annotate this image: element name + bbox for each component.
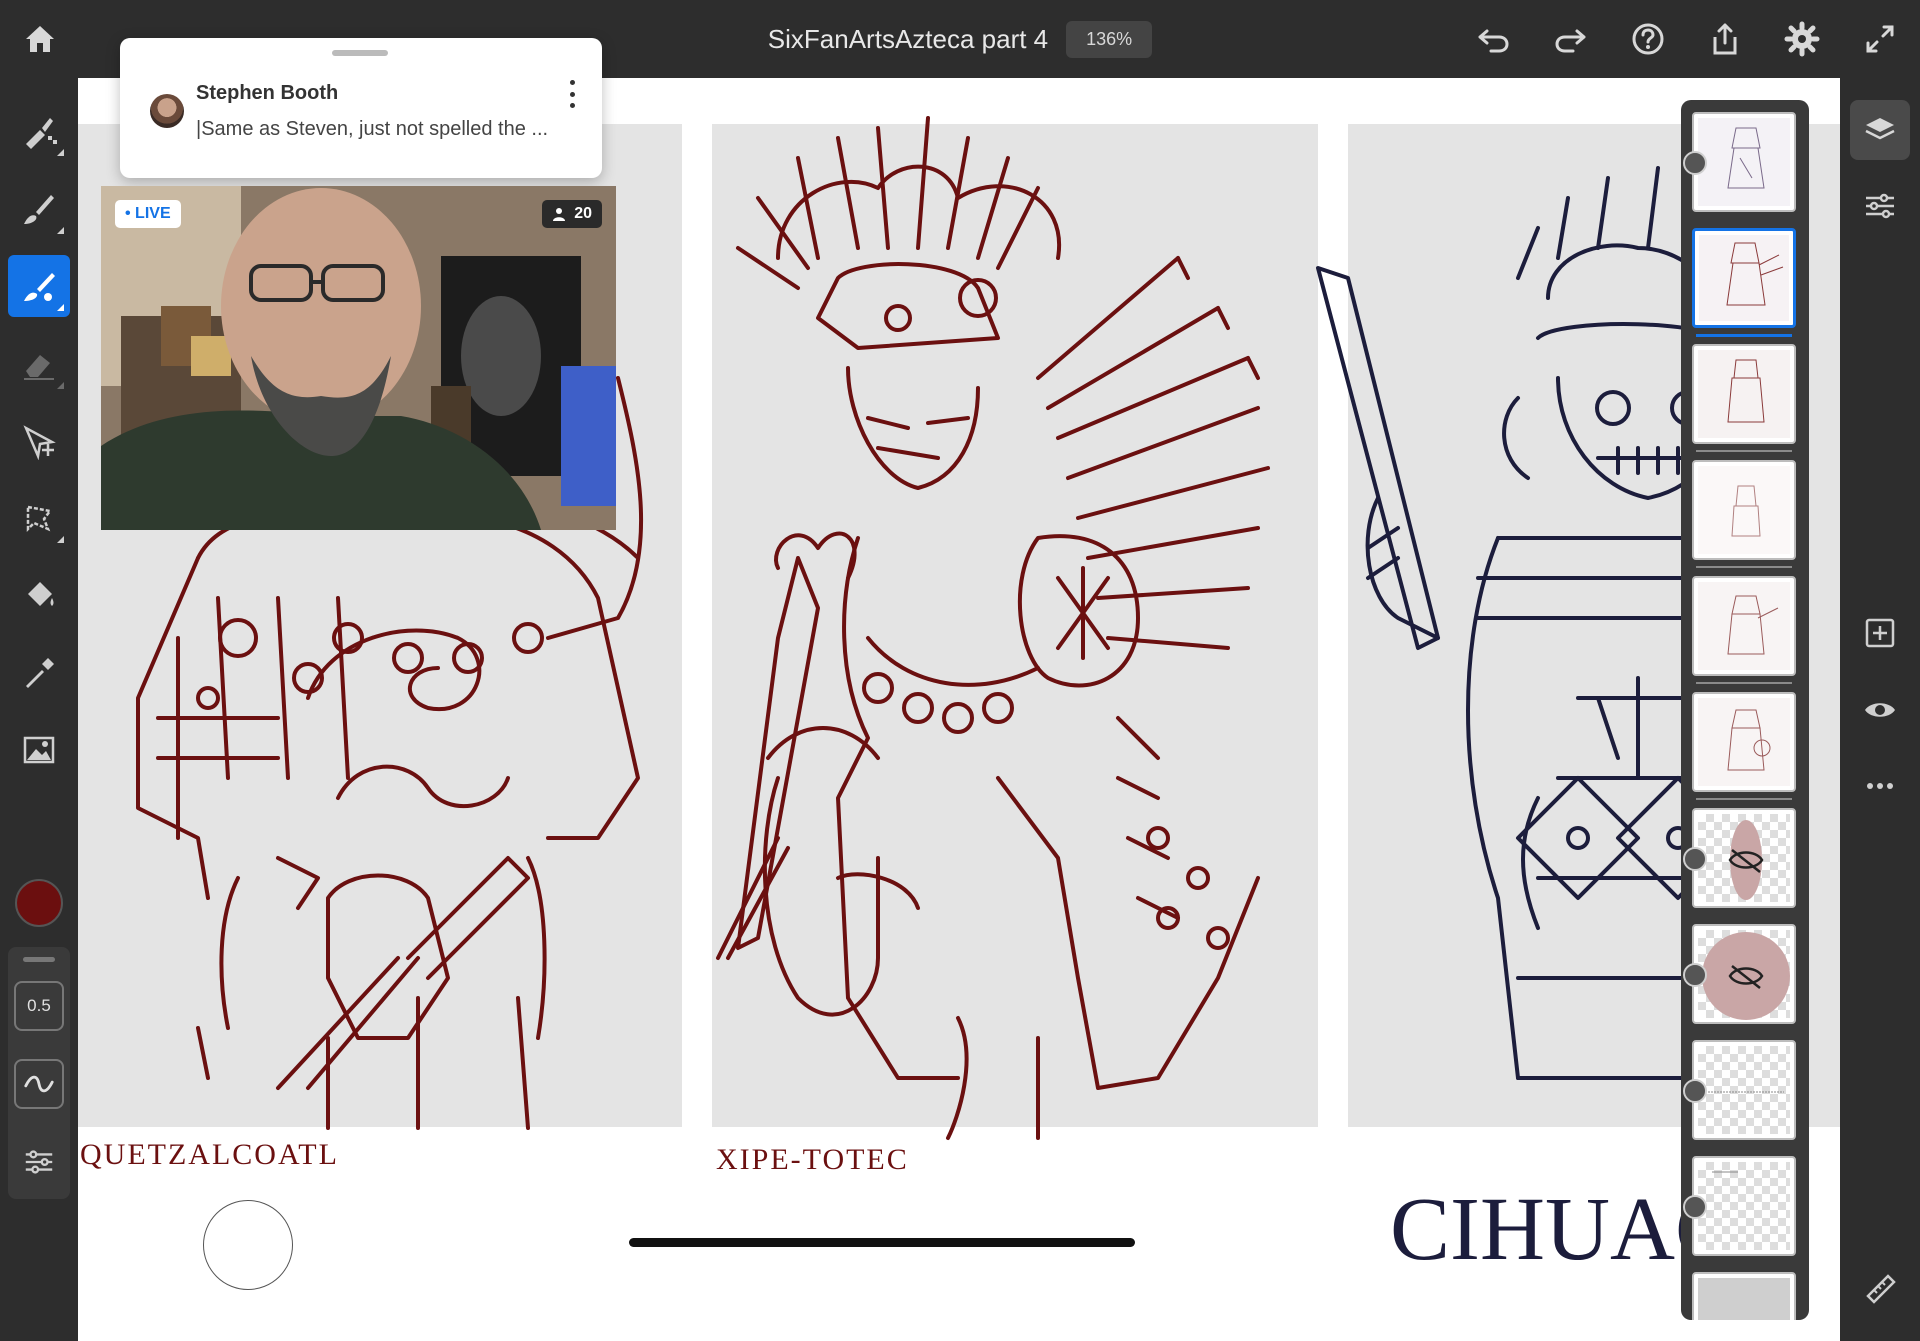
lasso-icon[interactable]: [8, 487, 70, 549]
vector-brush-icon[interactable]: [8, 255, 70, 317]
pixel-brush-icon[interactable]: [8, 100, 70, 162]
brush-cursor: [203, 1200, 293, 1290]
document-title[interactable]: SixFanArtsAzteca part 4: [768, 24, 1048, 55]
layer-radio[interactable]: [1683, 1079, 1707, 1103]
layer-separator: [1696, 450, 1792, 452]
app-window: SixFanArtsAzteca part 4 136% 0.5 QUETZAL…: [0, 0, 1920, 1341]
brush-settings-panel: 0.5: [8, 947, 70, 1199]
layer-thumbnail[interactable]: [1692, 1272, 1796, 1320]
fullscreen-icon[interactable]: [1860, 19, 1900, 59]
live-badge: • LIVE: [115, 200, 181, 228]
redo-icon[interactable]: [1551, 19, 1591, 59]
layer-thumbnail[interactable]: [1692, 692, 1796, 792]
layer-selection-indicator: [1696, 334, 1792, 337]
left-toolbar: 0.5: [0, 78, 78, 1341]
layer-thumbnail[interactable]: [1692, 576, 1796, 676]
more-icon[interactable]: [1850, 756, 1910, 816]
settings-icon[interactable]: [1782, 19, 1822, 59]
layer-thumbnail[interactable]: [1692, 1040, 1796, 1140]
layer-thumbnail[interactable]: [1692, 1156, 1796, 1256]
image-icon[interactable]: [8, 719, 70, 781]
layer-thumbnail[interactable]: [1692, 460, 1796, 560]
avatar: [150, 94, 184, 128]
brush-settings-icon[interactable]: [14, 1137, 64, 1187]
livestream-chat-message[interactable]: Stephen Booth |Same as Steven, just not …: [120, 38, 602, 178]
eyedropper-icon[interactable]: [8, 642, 70, 704]
panel-grip[interactable]: [23, 957, 55, 962]
viewer-count-badge: 20: [542, 200, 602, 228]
layer-thumbnail-hidden[interactable]: [1692, 924, 1796, 1024]
layer-separator: [1696, 798, 1792, 800]
layer-thumbnail-selected[interactable]: [1692, 228, 1796, 328]
share-icon[interactable]: [1705, 19, 1745, 59]
camera-feed-image: [101, 186, 616, 530]
livestream-camera-view[interactable]: • LIVE 20: [101, 186, 616, 530]
layer-radio[interactable]: [1683, 151, 1707, 175]
undo-icon[interactable]: [1473, 19, 1513, 59]
label-xipe-totec: XIPE-TOTEC: [716, 1143, 909, 1176]
layer-radio[interactable]: [1683, 963, 1707, 987]
chat-author: Stephen Booth: [196, 82, 339, 104]
live-brush-icon[interactable]: [8, 178, 70, 240]
home-icon[interactable]: [20, 19, 60, 59]
viewer-icon: [553, 208, 566, 221]
layer-properties-icon[interactable]: [1850, 176, 1910, 236]
zoom-level[interactable]: 136%: [1066, 20, 1153, 58]
label-quetzalcoatl: QUETZALCOATL: [80, 1138, 339, 1171]
visibility-icon[interactable]: [1850, 680, 1910, 740]
layer-radio[interactable]: [1683, 1195, 1707, 1219]
chat-message-text: |Same as Steven, just not spelled the ..…: [196, 118, 549, 140]
ruler-icon[interactable]: [1850, 1258, 1910, 1318]
eraser-icon[interactable]: [8, 333, 70, 395]
smoothing-icon[interactable]: [14, 1059, 64, 1109]
layer-thumbnail-hidden[interactable]: [1692, 808, 1796, 908]
transform-icon[interactable]: [8, 410, 70, 472]
home-indicator: [629, 1238, 1135, 1247]
chat-grip[interactable]: [332, 50, 388, 56]
layer-thumbnail[interactable]: [1692, 112, 1796, 212]
layer-radio[interactable]: [1683, 847, 1707, 871]
layer-separator: [1696, 566, 1792, 568]
right-toolbar: [1840, 78, 1920, 1341]
brush-size[interactable]: 0.5: [14, 981, 64, 1031]
layer-separator: [1696, 682, 1792, 684]
layers-icon[interactable]: [1850, 100, 1910, 160]
layers-panel: [1681, 100, 1809, 1320]
color-swatch[interactable]: [15, 879, 63, 927]
fill-icon[interactable]: [8, 564, 70, 626]
layer-thumbnail[interactable]: [1692, 344, 1796, 444]
viewer-count: 20: [574, 205, 592, 222]
add-layer-icon[interactable]: [1850, 603, 1910, 663]
help-icon[interactable]: [1628, 19, 1668, 59]
more-options-icon[interactable]: [566, 80, 578, 108]
